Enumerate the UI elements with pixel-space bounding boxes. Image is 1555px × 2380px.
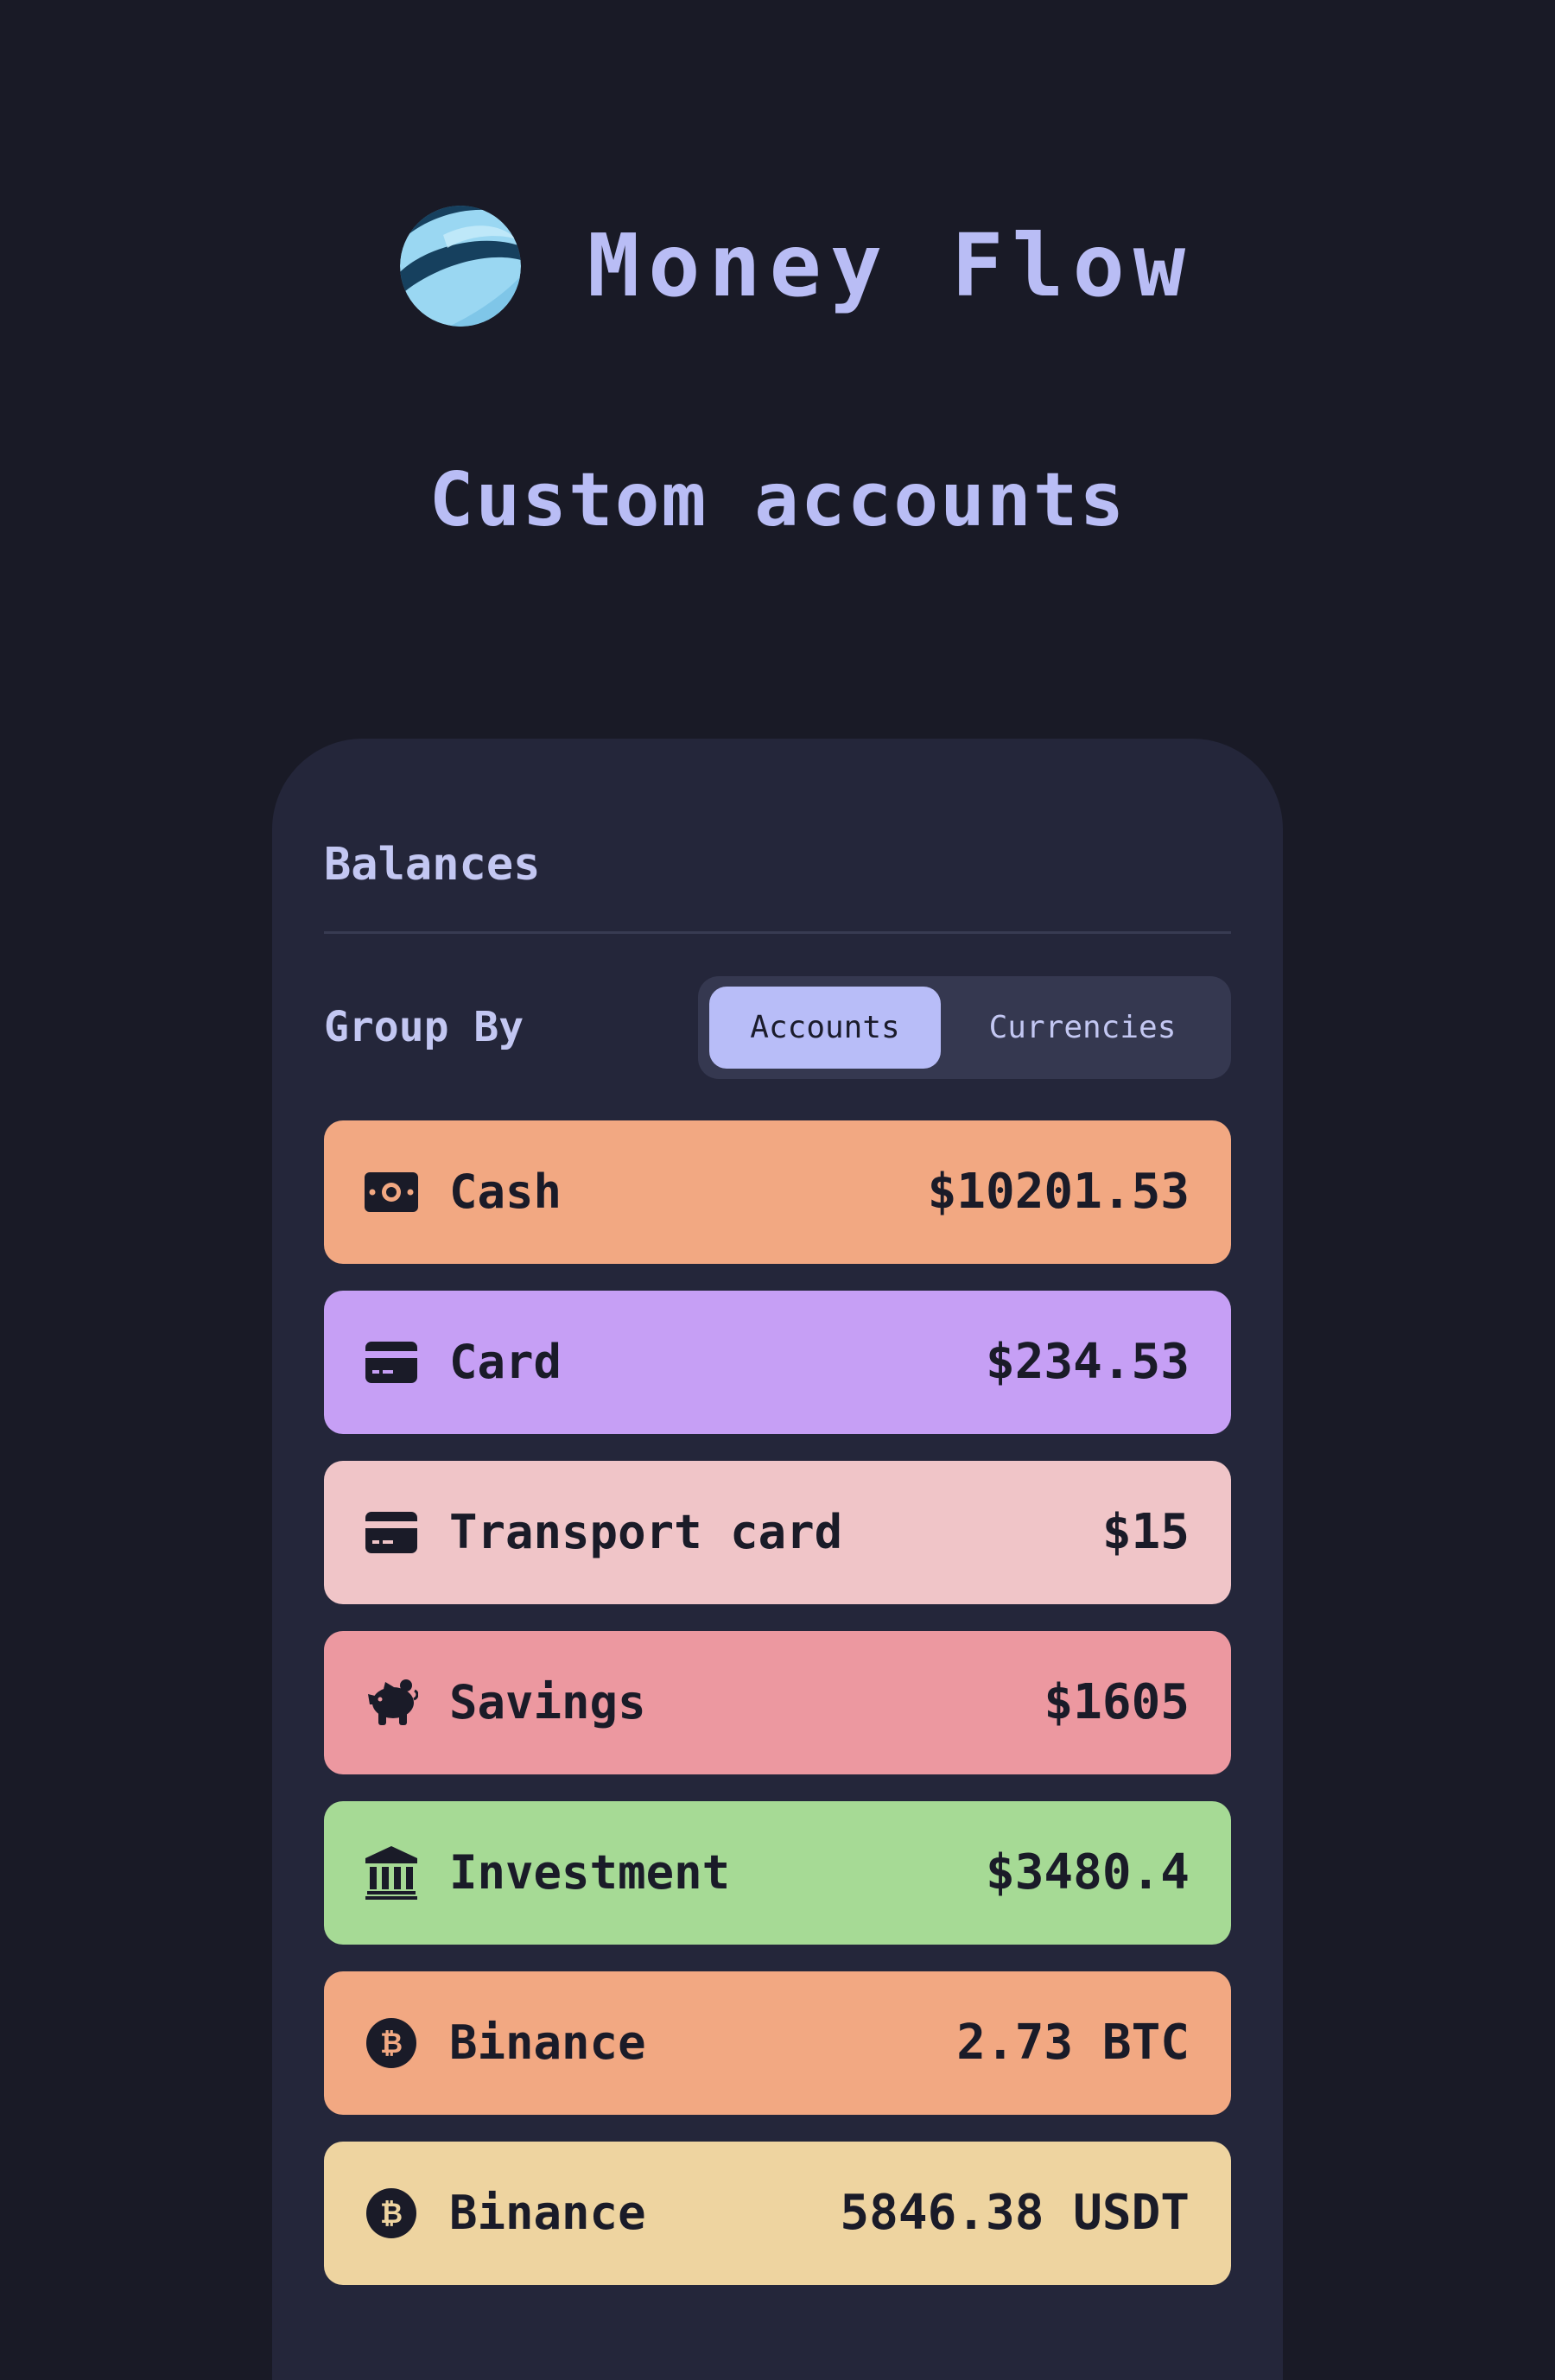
group-by-accounts-option[interactable]: Accounts [709,987,941,1069]
piggy-bank-icon [365,1676,418,1729]
bitcoin-icon: ₿ [365,2016,418,2070]
account-balance: $15 [1101,1504,1190,1560]
group-by-toggle: Accounts Currencies [698,976,1231,1079]
credit-card-icon [365,1506,418,1559]
account-balance: $3480.4 [985,1844,1190,1901]
svg-text:₿: ₿ [380,2027,403,2059]
money-flow-logo [400,206,521,327]
account-row-savings[interactable]: Savings $1605 [324,1631,1231,1774]
account-name: Savings [449,1675,646,1729]
account-row-transport-card[interactable]: Transport card $15 [324,1461,1231,1604]
account-list: Cash $10201.53 Card $234.53 Transport ca… [324,1120,1231,2312]
account-row-card[interactable]: Card $234.53 [324,1291,1231,1434]
banknote-icon [365,1165,418,1219]
account-name: Cash [449,1165,562,1219]
account-row-binance-usdt[interactable]: ₿ Binance 5846.38 USDT [324,2142,1231,2285]
panel-title: Balances [324,839,541,891]
account-balance: $234.53 [985,1334,1190,1390]
account-row-cash[interactable]: Cash $10201.53 [324,1120,1231,1264]
account-balance: 5846.38 USDT [840,2185,1190,2241]
account-name: Investment [449,1845,731,1900]
group-by-label: Group By [324,1003,524,1051]
account-name: Card [449,1335,562,1389]
balances-panel: Balances Group By Accounts Currencies Ca… [272,739,1283,2380]
credit-card-icon [365,1336,418,1389]
svg-text:₿: ₿ [380,2197,403,2230]
account-name: Transport card [449,1505,843,1559]
divider [324,931,1231,934]
account-name: Binance [449,2186,646,2240]
account-row-investment[interactable]: Investment $3480.4 [324,1801,1231,1945]
group-by-currencies-option[interactable]: Currencies [944,987,1221,1069]
account-balance: $10201.53 [927,1164,1190,1220]
account-row-binance-btc[interactable]: ₿ Binance 2.73 BTC [324,1971,1231,2115]
account-balance: $1605 [1044,1674,1190,1730]
brand-header: Money Flow [396,200,1194,332]
app-name: Money Flow [587,215,1195,316]
account-name: Binance [449,2015,646,2070]
account-balance: 2.73 BTC [956,2015,1190,2071]
bitcoin-icon: ₿ [365,2186,418,2240]
bank-icon [365,1846,418,1900]
tagline: Custom accounts [428,457,1127,543]
